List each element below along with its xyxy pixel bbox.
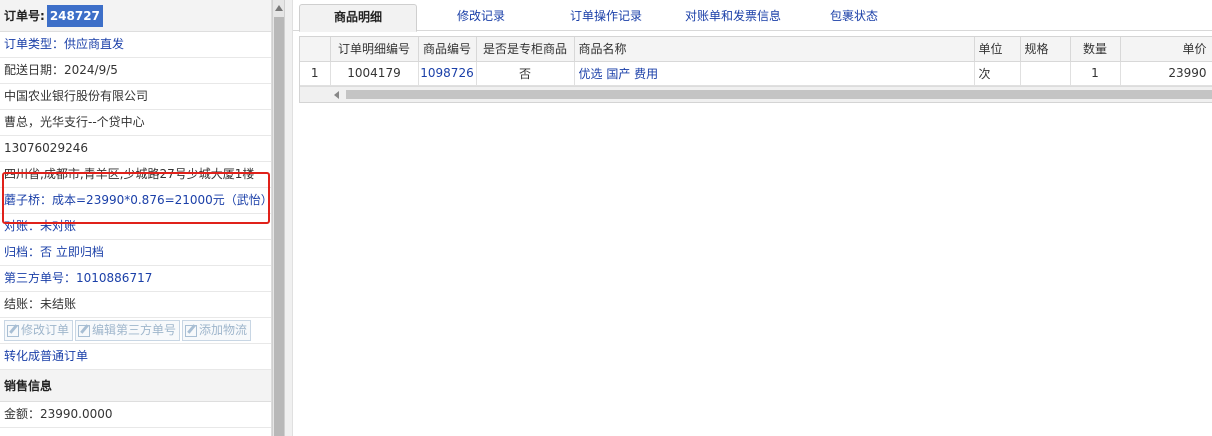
ship-date: 配送日期：2024/9/5 — [0, 58, 271, 84]
tab-modification-log[interactable]: 修改记录 — [433, 4, 529, 32]
cell-counter-product: 否 — [476, 61, 575, 86]
cell-unit: 次 — [974, 61, 1021, 86]
col-header-detail-no[interactable]: 订单明细编号 — [330, 37, 419, 62]
order-type: 订单类型：供应商直发 — [0, 32, 271, 58]
third-party-number: 第三方单号：1010886717 — [0, 266, 271, 292]
col-header-counter-product[interactable]: 是否是专柜商品 — [476, 37, 575, 62]
tab-bar: 商品明细 修改记录 订单操作记录 对账单和发票信息 包裹状态 — [293, 0, 1212, 32]
edit-icon — [185, 324, 198, 337]
company-name: 中国农业银行股份有限公司 — [0, 84, 271, 110]
scrollbar-thumb[interactable] — [274, 17, 284, 436]
cell-quantity: 1 — [1070, 61, 1121, 86]
col-header-product-name[interactable]: 商品名称 — [574, 37, 975, 62]
order-number-label: 订单号: — [4, 9, 45, 23]
action-buttons: 修改订单 编辑第三方单号 添加物流 — [0, 318, 271, 344]
reconcile-status: 对账：未对账 — [0, 214, 271, 240]
left-panel-scrollbar[interactable] — [272, 0, 285, 436]
add-logistics-button[interactable]: 添加物流 — [182, 320, 252, 341]
col-header-quantity[interactable]: 数量 — [1070, 37, 1121, 62]
convert-order-link[interactable]: 转化成普通订单 — [0, 344, 271, 370]
cell-spec — [1020, 61, 1071, 86]
scrollbar-thumb[interactable] — [346, 89, 1212, 99]
grid-horizontal-scrollbar[interactable] — [300, 85, 1212, 102]
cost-note: 蘑子桥：成本=23990*0.876=21000元（武怡） — [0, 188, 271, 214]
edit-icon — [78, 324, 91, 337]
product-grid: 订单明细编号 商品编号 是否是专柜商品 商品名称 单位 规格 数量 单价 1 1… — [299, 36, 1212, 103]
scroll-up-icon[interactable] — [275, 5, 283, 11]
cell-index: 1 — [300, 61, 331, 86]
order-number-value[interactable]: 248727 — [46, 5, 103, 27]
settlement-status: 结账：未结账 — [0, 292, 271, 318]
table-row[interactable]: 1 1004179 1098726 否 优选 国产 费用 次 1 23990 — [300, 61, 1212, 86]
tab-product-details[interactable]: 商品明细 — [299, 4, 417, 32]
scroll-left-icon[interactable] — [334, 90, 339, 99]
order-number-row: 订单号: 248727 — [0, 0, 271, 32]
sales-info-title: 销售信息 — [0, 370, 271, 402]
phone-number: 13076029246 — [0, 136, 271, 162]
contact-person: 曹总，光华支行--个贷中心 — [0, 110, 271, 136]
tab-order-operation-log[interactable]: 订单操作记录 — [549, 4, 663, 32]
panel-splitter[interactable] — [285, 0, 293, 436]
detail-panel: 商品明细 修改记录 订单操作记录 对账单和发票信息 包裹状态 订单明细编号 商品… — [293, 0, 1212, 436]
cell-product-name-link[interactable]: 优选 国产 费用 — [574, 61, 975, 86]
tab-package-status[interactable]: 包裹状态 — [809, 4, 899, 32]
col-header-unit[interactable]: 单位 — [974, 37, 1021, 62]
archive-status[interactable]: 归档：否 立即归档 — [0, 240, 271, 266]
order-info-panel: 订单号: 248727 订单类型：供应商直发 配送日期：2024/9/5 中国农业… — [0, 0, 272, 436]
edit-order-button[interactable]: 修改订单 — [4, 320, 74, 341]
edit-icon — [7, 324, 19, 337]
address: 四川省,成都市,青羊区,少城路27号少城大厦1楼 — [0, 162, 271, 188]
cell-detail-no: 1004179 — [330, 61, 419, 86]
col-header-index — [300, 37, 331, 62]
col-header-unit-price[interactable]: 单价 — [1120, 37, 1212, 62]
sales-amount: 金额：23990.0000 — [0, 402, 271, 428]
cell-unit-price: 23990 — [1120, 61, 1212, 86]
col-header-product-no[interactable]: 商品编号 — [418, 37, 477, 62]
grid-header-row: 订单明细编号 商品编号 是否是专柜商品 商品名称 单位 规格 数量 单价 — [300, 37, 1212, 62]
cell-product-no-link[interactable]: 1098726 — [418, 61, 477, 86]
col-header-spec[interactable]: 规格 — [1020, 37, 1071, 62]
tab-statement-invoice[interactable]: 对账单和发票信息 — [673, 4, 793, 32]
edit-third-party-button[interactable]: 编辑第三方单号 — [75, 320, 181, 341]
